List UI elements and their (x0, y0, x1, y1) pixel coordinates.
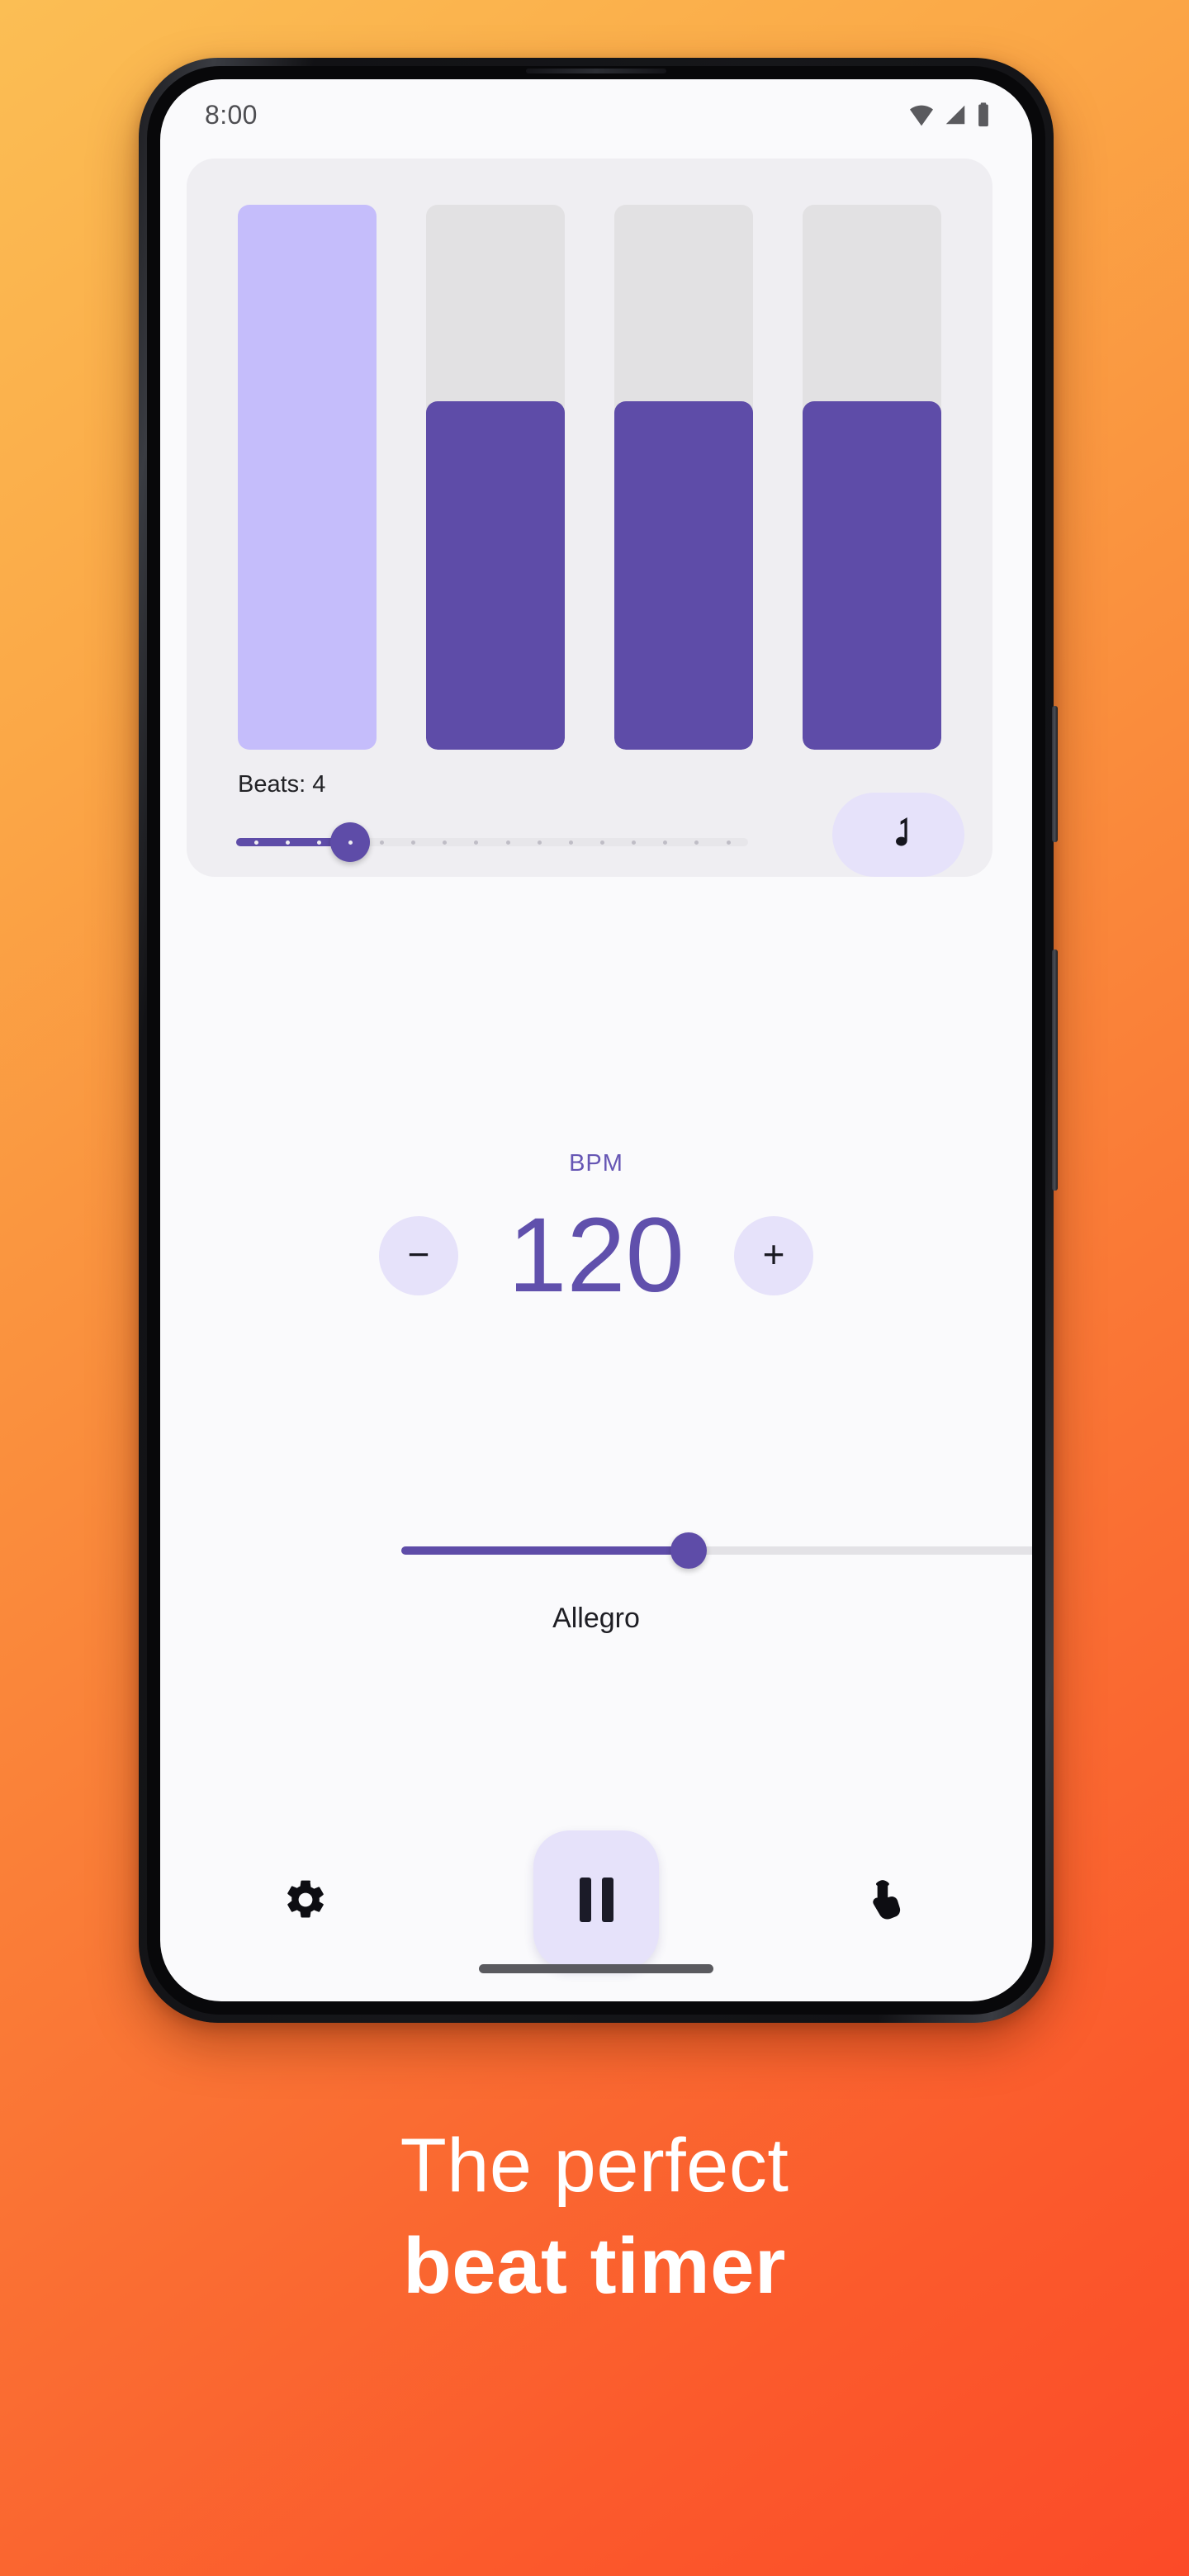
subdivision-button[interactable] (832, 793, 964, 877)
beat-bars-group (238, 205, 941, 750)
cell-signal-icon (945, 105, 965, 125)
beats-slider-tick (285, 840, 290, 845)
beats-card: Beats: 4 (187, 159, 992, 877)
beat-bar-fill (426, 400, 565, 750)
beats-slider[interactable] (236, 822, 748, 862)
beats-slider-tick (694, 840, 699, 845)
beats-slider-tick (505, 840, 510, 845)
bottom-toolbar (160, 1830, 1032, 1970)
pause-icon-bar-2 (601, 1878, 613, 1922)
beats-slider-tick (537, 840, 542, 845)
settings-button[interactable] (266, 1860, 345, 1939)
beat-bar-fill (803, 400, 941, 750)
gear-icon (287, 1880, 324, 1918)
beat-bar[interactable] (803, 205, 941, 750)
tempo-slider-thumb[interactable] (670, 1532, 707, 1569)
tempo-name-label: Allegro (552, 1603, 640, 1634)
beats-slider-tick (253, 840, 258, 845)
bpm-increase-button[interactable]: + (734, 1216, 813, 1295)
power-button[interactable] (1052, 706, 1058, 842)
beats-slider-tick (411, 840, 416, 845)
wifi-icon (910, 105, 933, 126)
phone-screen: 8:00 Beats: 4 BPM − 120 + Allegro (160, 79, 1032, 2001)
beats-count-label: Beats: 4 (238, 771, 326, 798)
bpm-label: BPM (569, 1150, 623, 1177)
bpm-controls-row: − 120 + (160, 1194, 1032, 1318)
tap-tempo-button[interactable] (847, 1860, 926, 1939)
music-note-icon (896, 817, 907, 846)
beats-slider-tick (663, 840, 668, 845)
beats-slider-tick (380, 840, 385, 845)
tempo-slider[interactable] (401, 1532, 1032, 1569)
play-pause-button[interactable] (533, 1830, 659, 1969)
marketing-caption: The perfect beat timer (0, 2122, 1189, 2312)
beat-bar-fill (614, 400, 753, 750)
beats-slider-tick (599, 840, 604, 845)
beats-slider-tick (632, 840, 637, 845)
beat-bar[interactable] (238, 205, 377, 750)
status-bar: 8:00 (160, 79, 1032, 150)
beats-slider-tick (443, 840, 448, 845)
pause-icon (579, 1878, 591, 1922)
marketing-line-2: beat timer (403, 2221, 786, 2310)
tempo-slider-active-track (401, 1546, 689, 1555)
status-bar-icons (908, 102, 991, 128)
phone-mockup: 8:00 Beats: 4 BPM − 120 + Allegro (139, 58, 1058, 2023)
beats-slider-tick (348, 840, 353, 845)
beats-slider-tick (568, 840, 573, 845)
beat-bar[interactable] (426, 205, 565, 750)
bpm-value: 120 (508, 1196, 685, 1314)
home-indicator[interactable] (479, 1964, 713, 1973)
marketing-line-1: The perfect (400, 2124, 789, 2208)
beats-slider-tick (726, 840, 731, 845)
status-bar-clock: 8:00 (205, 99, 258, 130)
volume-rocker-button[interactable] (1052, 949, 1058, 1191)
beat-bar[interactable] (614, 205, 753, 750)
beats-slider-tick (316, 840, 321, 845)
battery-icon (978, 102, 988, 127)
bpm-decrease-button[interactable]: − (379, 1216, 458, 1295)
earpiece-speaker (526, 69, 666, 73)
tap-tempo-icon (873, 1880, 901, 1920)
